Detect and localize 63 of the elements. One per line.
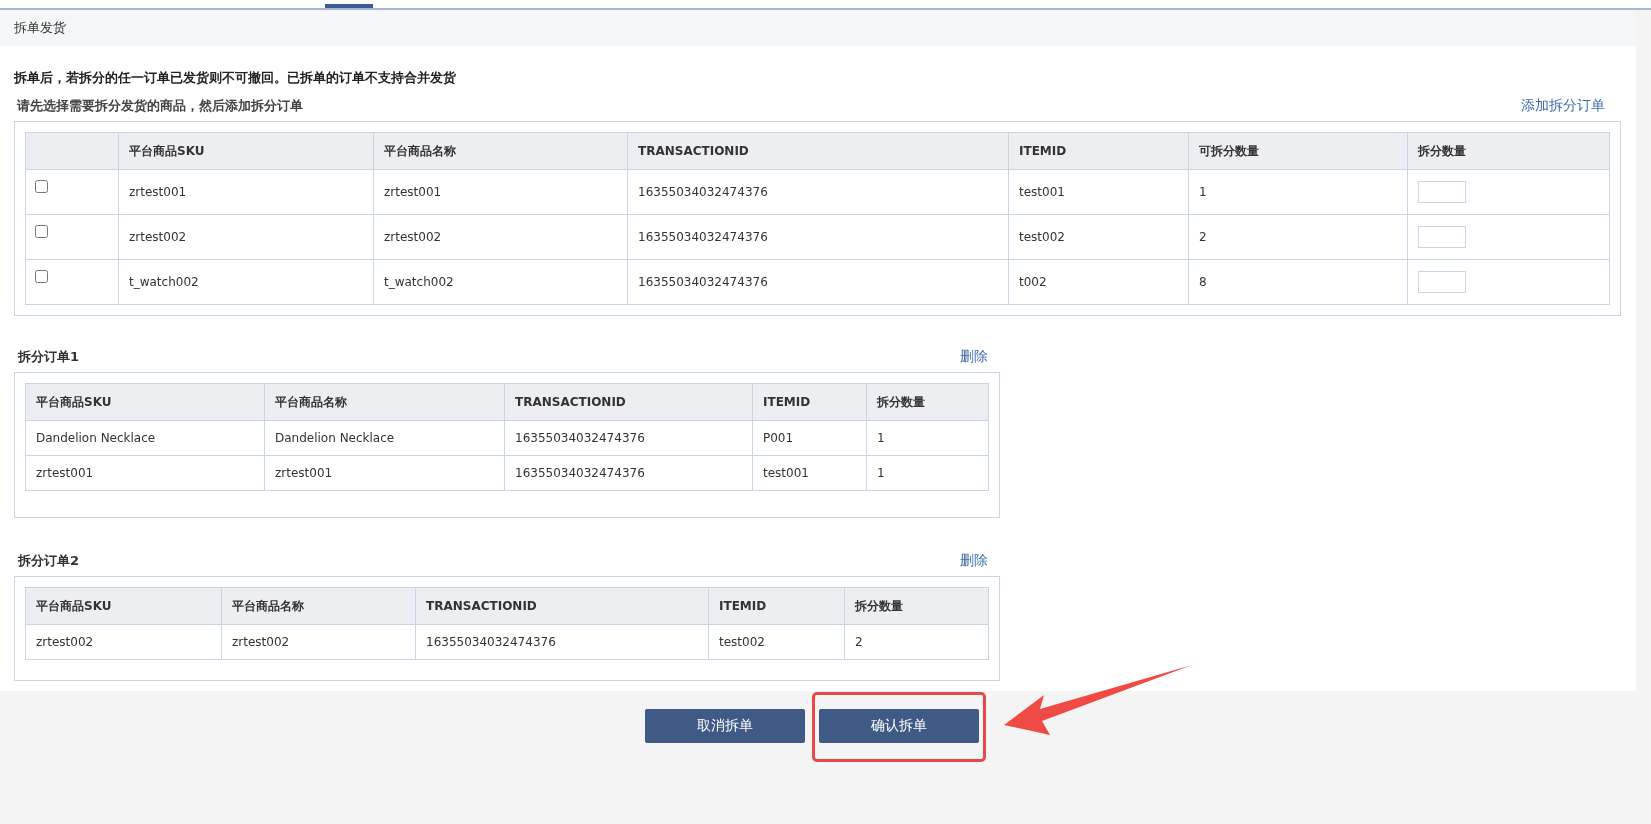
table-cell: 16355034032474376 — [415, 624, 709, 660]
row-checkbox[interactable] — [35, 270, 48, 283]
table-cell: 2 — [1188, 214, 1408, 260]
header-cell: 可拆分数量 — [1188, 132, 1408, 170]
table-cell: 1 — [866, 420, 989, 456]
table-cell: zrtest001 — [25, 455, 265, 491]
header-cell: 平台商品SKU — [25, 587, 222, 625]
header-cell: TRANSACTIONID — [627, 132, 1009, 170]
table-cell: test002 — [708, 624, 845, 660]
table-cell: zrtest002 — [221, 624, 416, 660]
table-cell: t002 — [1008, 259, 1189, 305]
table-cell: 8 — [1188, 259, 1408, 305]
table-cell: t_watch002 — [118, 259, 374, 305]
split-qty-input[interactable] — [1418, 226, 1466, 248]
table-cell: 16355034032474376 — [627, 169, 1009, 215]
header-cell: 平台商品SKU — [25, 383, 265, 421]
table-cell: zrtest002 — [373, 214, 628, 260]
split-order-title: 拆分订单2 — [18, 552, 80, 570]
tab-indicator — [325, 4, 373, 8]
table-cell: zrtest002 — [25, 624, 222, 660]
header-cell: 拆分数量 — [866, 383, 989, 421]
table-cell: zrtest001 — [118, 169, 374, 215]
split-qty-input[interactable] — [1418, 271, 1466, 293]
confirm-button[interactable]: 确认拆单 — [819, 709, 979, 743]
split-qty-input[interactable] — [1418, 181, 1466, 203]
instruction-text: 请先选择需要拆分发货的商品，然后添加拆分订单 — [17, 97, 303, 115]
table-cell: 2 — [844, 624, 989, 660]
table-cell: Dandelion Necklace — [25, 420, 265, 456]
header-cell: 平台商品名称 — [221, 587, 416, 625]
header-cell: 平台商品SKU — [118, 132, 374, 170]
table-cell: P001 — [752, 420, 867, 456]
header-cell: 拆分数量 — [844, 587, 989, 625]
table-cell: Dandelion Necklace — [264, 420, 505, 456]
table-cell: 1 — [866, 455, 989, 491]
header-cell: ITEMID — [1008, 132, 1189, 170]
header-cell: 拆分数量 — [1407, 132, 1610, 170]
header-cell: 平台商品名称 — [373, 132, 628, 170]
add-split-order-link[interactable]: 添加拆分订单 — [1521, 97, 1605, 115]
header-cell: ITEMID — [752, 383, 867, 421]
row-checkbox[interactable] — [35, 180, 48, 193]
table-cell: 1 — [1188, 169, 1408, 215]
warning-text: 拆单后，若拆分的任一订单已发货则不可撤回。已拆单的订单不支持合并发货 — [14, 69, 457, 87]
header-cell: TRANSACTIONID — [415, 587, 709, 625]
table-cell: zrtest001 — [373, 169, 628, 215]
row-checkbox[interactable] — [35, 225, 48, 238]
table-cell: test001 — [1008, 169, 1189, 215]
table-cell: test002 — [1008, 214, 1189, 260]
table-cell: 16355034032474376 — [504, 420, 753, 456]
table-cell: zrtest001 — [264, 455, 505, 491]
delete-link[interactable]: 删除 — [960, 348, 988, 366]
table-cell: test001 — [752, 455, 867, 491]
header-cell: 平台商品名称 — [264, 383, 505, 421]
table-cell: 16355034032474376 — [627, 214, 1009, 260]
panel-header: 拆单发货 — [0, 10, 1636, 46]
table-cell: t_watch002 — [373, 259, 628, 305]
header-cell: ITEMID — [708, 587, 845, 625]
header-cell: TRANSACTIONID — [504, 383, 753, 421]
table-cell: 16355034032474376 — [627, 259, 1009, 305]
cancel-button[interactable]: 取消拆单 — [645, 709, 805, 743]
table-cell: zrtest002 — [118, 214, 374, 260]
delete-link[interactable]: 删除 — [960, 552, 988, 570]
split-order-title: 拆分订单1 — [18, 348, 80, 366]
table-cell: 16355034032474376 — [504, 455, 753, 491]
